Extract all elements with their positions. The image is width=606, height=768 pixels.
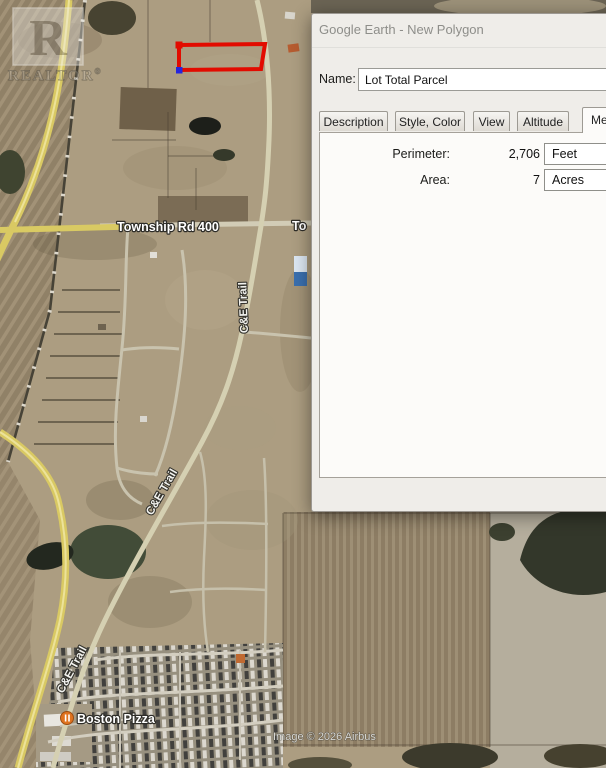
watermark-text: REALTOR <box>8 68 95 84</box>
dialog-titlebar[interactable]: Google Earth - New Polygon <box>312 14 606 48</box>
trail-label-1: C&E Trail <box>237 282 251 334</box>
tab-view[interactable]: View <box>473 111 510 131</box>
tab-measurements-label: Mea <box>591 113 606 127</box>
tab-altitude[interactable]: Altitude <box>517 111 569 131</box>
tab-style-color-label: Style, Color <box>399 115 461 129</box>
name-field-label: Name: <box>319 72 356 86</box>
imagery-attribution: Image © 2026 Airbus <box>273 731 376 743</box>
area-label: Area: <box>330 173 450 187</box>
name-input[interactable] <box>358 68 606 91</box>
tab-style-color[interactable]: Style, Color <box>395 111 465 131</box>
road-label-clipped: To <box>292 219 307 233</box>
area-unit-dropdown[interactable]: Acres <box>544 169 606 191</box>
area-value: 7 <box>462 173 540 187</box>
poi-label: Boston Pizza <box>77 712 156 726</box>
tab-description[interactable]: Description <box>319 111 388 131</box>
new-polygon-dialog: Google Earth - New Polygon Name: Descrip… <box>311 13 606 512</box>
perimeter-label: Perimeter: <box>330 147 450 161</box>
road-label-township-rd: Township Rd 400 <box>117 220 219 234</box>
dialog-title: Google Earth - New Polygon <box>319 22 484 37</box>
tab-altitude-label: Altitude <box>523 115 563 129</box>
tab-description-label: Description <box>323 115 383 129</box>
tab-view-label: View <box>479 115 505 129</box>
area-unit-value: Acres <box>552 173 584 187</box>
polygon-vertex-blue[interactable] <box>176 67 183 74</box>
google-earth-viewport: Township Rd 400 To C&E Trail C&E Trail C… <box>0 0 606 768</box>
restaurant-poi-icon[interactable] <box>61 712 74 725</box>
perimeter-value: 2,706 <box>462 147 540 161</box>
svg-text:REALTOR®: REALTOR® <box>8 67 103 84</box>
perimeter-unit-value: Feet <box>552 147 577 161</box>
watermark-registered-mark: ® <box>95 67 103 76</box>
watermark-letter: R <box>29 10 68 67</box>
tab-measurements[interactable]: Mea <box>582 107 606 133</box>
perimeter-unit-dropdown[interactable]: Feet <box>544 143 606 165</box>
polygon-vertex-red[interactable] <box>176 42 183 49</box>
